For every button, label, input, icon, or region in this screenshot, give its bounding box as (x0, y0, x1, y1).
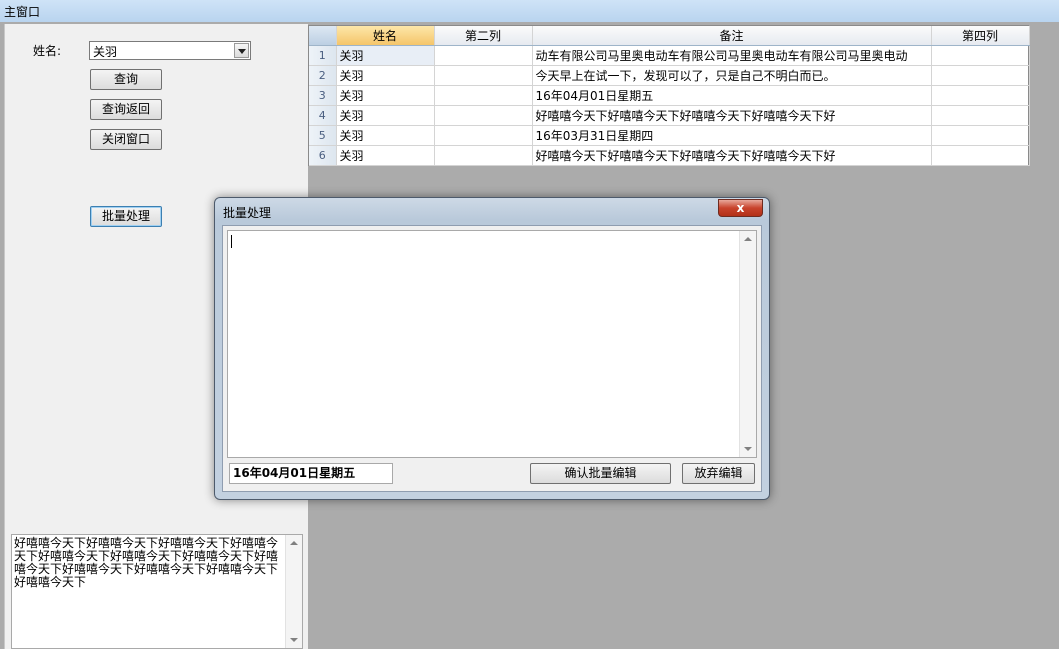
column-header-name[interactable]: 姓名 (336, 26, 435, 46)
column-header-memo[interactable]: 备注 (532, 26, 932, 46)
grid-corner[interactable] (309, 26, 337, 46)
cell-name[interactable]: 关羽 (336, 105, 435, 126)
scroll-down-icon[interactable] (744, 447, 752, 451)
query-button[interactable]: 查询 (90, 69, 162, 90)
cell-col2[interactable] (434, 65, 533, 86)
table-row[interactable]: 1 关羽 动车有限公司马里奥电动车有限公司马里奥电动车有限公司马里奥电动 (309, 45, 1030, 66)
scroll-up-icon[interactable] (290, 541, 298, 545)
table-row[interactable]: 6 关羽 好嘻嘻今天下好嘻嘻今天下好嘻嘻今天下好嘻嘻今天下好 (309, 145, 1030, 166)
batch-edit-scrollbar[interactable] (739, 231, 756, 457)
cell-name[interactable]: 关羽 (336, 65, 435, 86)
cell-col4[interactable] (931, 65, 1030, 86)
confirm-batch-edit-button[interactable]: 确认批量编辑 (530, 463, 671, 484)
cell-memo[interactable]: 好嘻嘻今天下好嘻嘻今天下好嘻嘻今天下好嘻嘻今天下好 (532, 105, 932, 126)
cell-memo[interactable]: 好嘻嘻今天下好嘻嘻今天下好嘻嘻今天下好嘻嘻今天下好 (532, 145, 932, 166)
row-number[interactable]: 4 (309, 105, 337, 126)
dialog-title: 批量处理 (223, 206, 272, 220)
name-label: 姓名: (33, 44, 62, 58)
table-row[interactable]: 3 关羽 16年04月01日星期五 (309, 85, 1030, 106)
discard-edit-button[interactable]: 放弃编辑 (682, 463, 755, 484)
cell-col2[interactable] (434, 45, 533, 66)
memo-textarea[interactable]: 好嘻嘻今天下好嘻嘻今天下好嘻嘻今天下好嘻嘻今天下好嘻嘻今天下好嘻嘻今天下好嘻嘻今… (11, 534, 303, 649)
table-row[interactable]: 2 关羽 今天早上在试一下，发现可以了，只是自己不明白而已。 (309, 65, 1030, 86)
name-combobox[interactable]: 关羽 (89, 41, 251, 60)
close-icon[interactable]: x (718, 199, 763, 217)
cell-memo[interactable]: 动车有限公司马里奥电动车有限公司马里奥电动车有限公司马里奥电动 (532, 45, 932, 66)
cell-memo[interactable]: 今天早上在试一下，发现可以了，只是自己不明白而已。 (532, 65, 932, 86)
cell-col2[interactable] (434, 85, 533, 106)
batch-process-dialog: 批量处理 x 16年04月01日星期五 确认批量编辑 放弃编辑 (214, 197, 770, 500)
text-caret (231, 235, 232, 248)
cell-col2[interactable] (434, 145, 533, 166)
table-row[interactable]: 4 关羽 好嘻嘻今天下好嘻嘻今天下好嘻嘻今天下好嘻嘻今天下好 (309, 105, 1030, 126)
cell-name[interactable]: 关羽 (336, 85, 435, 106)
batch-edit-textarea[interactable] (227, 230, 757, 458)
memo-scrollbar[interactable] (285, 535, 302, 648)
cell-col4[interactable] (931, 125, 1030, 146)
cell-memo[interactable]: 16年03月31日星期四 (532, 125, 932, 146)
scroll-up-icon[interactable] (744, 237, 752, 241)
query-return-button[interactable]: 查询返回 (90, 99, 162, 120)
cell-name[interactable]: 关羽 (336, 125, 435, 146)
column-header-col4[interactable]: 第四列 (931, 26, 1030, 46)
cell-col4[interactable] (931, 85, 1030, 106)
row-number[interactable]: 1 (309, 45, 337, 66)
cell-col2[interactable] (434, 125, 533, 146)
date-input[interactable]: 16年04月01日星期五 (229, 463, 393, 484)
row-number[interactable]: 6 (309, 145, 337, 166)
main-window-titlebar: 主窗口 (0, 0, 1059, 22)
close-window-button[interactable]: 关闭窗口 (90, 129, 162, 150)
row-number[interactable]: 3 (309, 85, 337, 106)
cell-name[interactable]: 关羽 (336, 45, 435, 66)
row-number[interactable]: 5 (309, 125, 337, 146)
cell-col4[interactable] (931, 105, 1030, 126)
batch-process-button[interactable]: 批量处理 (90, 206, 162, 227)
column-header-col2[interactable]: 第二列 (434, 26, 533, 46)
scroll-down-icon[interactable] (290, 638, 298, 642)
chevron-down-icon[interactable] (234, 43, 249, 58)
data-grid[interactable]: 姓名 第二列 备注 第四列 1 关羽 动车有限公司马里奥电动车有限公司马里奥电动… (308, 25, 1030, 166)
dialog-body: 16年04月01日星期五 确认批量编辑 放弃编辑 (222, 225, 762, 492)
cell-col2[interactable] (434, 105, 533, 126)
table-row[interactable]: 5 关羽 16年03月31日星期四 (309, 125, 1030, 146)
main-window-title: 主窗口 (4, 5, 41, 19)
name-combobox-value: 关羽 (93, 45, 118, 59)
row-number[interactable]: 2 (309, 65, 337, 86)
cell-memo[interactable]: 16年04月01日星期五 (532, 85, 932, 106)
memo-text: 好嘻嘻今天下好嘻嘻今天下好嘻嘻今天下好嘻嘻今天下好嘻嘻今天下好嘻嘻今天下好嘻嘻今… (14, 536, 279, 589)
cell-col4[interactable] (931, 45, 1030, 66)
cell-name[interactable]: 关羽 (336, 145, 435, 166)
cell-col4[interactable] (931, 145, 1030, 166)
